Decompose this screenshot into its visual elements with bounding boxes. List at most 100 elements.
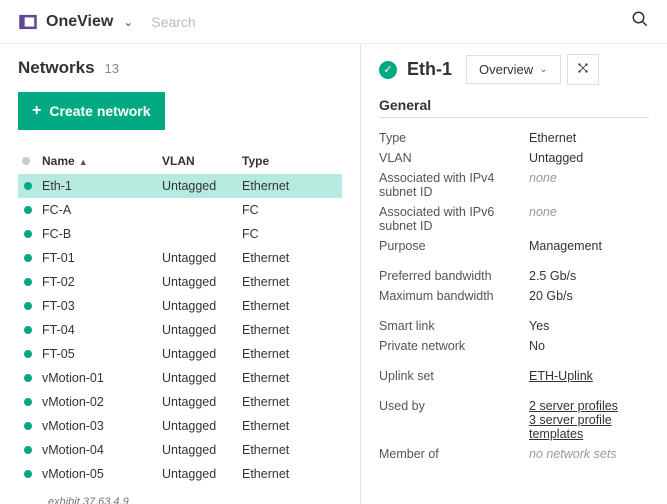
property-row: Smart linkYes: [379, 316, 649, 336]
property-label: Smart link: [379, 319, 529, 333]
status-dot-icon: [24, 350, 32, 358]
property-value: no network sets: [529, 447, 649, 461]
table-row[interactable]: FT-04UntaggedEthernet: [18, 318, 342, 342]
cell-vlan: Untagged: [158, 270, 238, 294]
actions-button[interactable]: [567, 54, 599, 85]
cell-vlan: Untagged: [158, 438, 238, 462]
name-header[interactable]: Name▲: [38, 148, 158, 174]
cell-name: FT-01: [38, 246, 158, 270]
property-label: Used by: [379, 399, 529, 441]
cell-vlan: Untagged: [158, 414, 238, 438]
table-row[interactable]: vMotion-04UntaggedEthernet: [18, 438, 342, 462]
cell-name: vMotion-05: [38, 462, 158, 486]
cell-type: Ethernet: [238, 270, 342, 294]
status-header-icon: [22, 157, 30, 165]
status-dot-icon: [24, 230, 32, 238]
cell-name: vMotion-04: [38, 438, 158, 462]
property-row: Preferred bandwidth2.5 Gb/s: [379, 266, 649, 286]
table-row[interactable]: FC-AFC: [18, 198, 342, 222]
create-network-label: Create network: [49, 103, 150, 119]
status-dot-icon: [24, 422, 32, 430]
property-label: Associated with IPv4 subnet ID: [379, 171, 529, 199]
status-dot-icon: [24, 278, 32, 286]
property-link[interactable]: 3 server profile templates: [529, 413, 649, 441]
cell-name: Eth-1: [38, 174, 158, 198]
cell-name: vMotion-03: [38, 414, 158, 438]
property-label: Private network: [379, 339, 529, 353]
cell-name: vMotion-01: [38, 366, 158, 390]
status-dot-icon: [24, 470, 32, 478]
property-row: VLANUntagged: [379, 148, 649, 168]
table-row[interactable]: FT-05UntaggedEthernet: [18, 342, 342, 366]
cell-vlan: [158, 222, 238, 246]
header: OneView ⌄ Search: [0, 0, 667, 44]
network-list-panel: Networks 13 + Create network Name▲ VLAN …: [0, 44, 360, 504]
table-row[interactable]: vMotion-05UntaggedEthernet: [18, 462, 342, 486]
property-value: 20 Gb/s: [529, 289, 649, 303]
property-value: Yes: [529, 319, 649, 333]
network-count: 13: [105, 61, 119, 76]
logo-icon: [18, 12, 38, 32]
table-row[interactable]: FT-02UntaggedEthernet: [18, 270, 342, 294]
cell-type: Ethernet: [238, 342, 342, 366]
exhibit-label: exhibit 37.63.4.9: [48, 496, 342, 504]
create-network-button[interactable]: + Create network: [18, 92, 165, 130]
search-icon[interactable]: [631, 10, 649, 33]
property-label: VLAN: [379, 151, 529, 165]
property-value: none: [529, 171, 649, 199]
property-value: none: [529, 205, 649, 233]
cell-type: Ethernet: [238, 414, 342, 438]
cell-type: Ethernet: [238, 318, 342, 342]
table-row[interactable]: vMotion-03UntaggedEthernet: [18, 414, 342, 438]
property-label: Associated with IPv6 subnet ID: [379, 205, 529, 233]
property-label: Uplink set: [379, 369, 529, 383]
cell-name: FC-B: [38, 222, 158, 246]
cell-type: Ethernet: [238, 246, 342, 270]
vlan-header[interactable]: VLAN: [158, 148, 238, 174]
chevron-down-icon: ⌄: [539, 64, 547, 75]
property-value: Untagged: [529, 151, 649, 165]
cell-type: Ethernet: [238, 174, 342, 198]
property-value: No: [529, 339, 649, 353]
cell-name: vMotion-02: [38, 390, 158, 414]
cell-name: FT-02: [38, 270, 158, 294]
detail-title: Eth-1: [407, 59, 452, 80]
status-dot-icon: [24, 254, 32, 262]
cell-vlan: Untagged: [158, 294, 238, 318]
table-row[interactable]: vMotion-01UntaggedEthernet: [18, 366, 342, 390]
table-row[interactable]: vMotion-02UntaggedEthernet: [18, 390, 342, 414]
cell-vlan: Untagged: [158, 390, 238, 414]
app-title: OneView: [46, 13, 113, 31]
property-label: Member of: [379, 447, 529, 461]
status-dot-icon: [24, 302, 32, 310]
property-row: PurposeManagement: [379, 236, 649, 256]
cell-vlan: Untagged: [158, 462, 238, 486]
property-label: Maximum bandwidth: [379, 289, 529, 303]
cell-vlan: Untagged: [158, 174, 238, 198]
status-dot-icon: [24, 374, 32, 382]
cell-vlan: Untagged: [158, 342, 238, 366]
status-dot-icon: [24, 446, 32, 454]
property-label: Preferred bandwidth: [379, 269, 529, 283]
table-row[interactable]: FC-BFC: [18, 222, 342, 246]
property-row: TypeEthernet: [379, 128, 649, 148]
actions-icon: [576, 61, 590, 75]
networks-table: Name▲ VLAN Type Eth-1UntaggedEthernetFC-…: [18, 148, 342, 486]
property-row: Associated with IPv6 subnet IDnone: [379, 202, 649, 236]
table-row[interactable]: FT-01UntaggedEthernet: [18, 246, 342, 270]
property-link[interactable]: 2 server profiles: [529, 399, 649, 413]
view-selector[interactable]: Overview ⌄: [466, 55, 561, 84]
app-switcher-chevron-icon[interactable]: ⌄: [123, 15, 133, 29]
property-row: Uplink setETH-Uplink: [379, 366, 649, 386]
type-header[interactable]: Type: [238, 148, 342, 174]
table-row[interactable]: Eth-1UntaggedEthernet: [18, 174, 342, 198]
property-value[interactable]: ETH-Uplink: [529, 369, 649, 383]
cell-type: Ethernet: [238, 438, 342, 462]
search-input[interactable]: Search: [151, 14, 631, 30]
cell-vlan: Untagged: [158, 366, 238, 390]
property-label: Type: [379, 131, 529, 145]
cell-name: FT-03: [38, 294, 158, 318]
table-row[interactable]: FT-03UntaggedEthernet: [18, 294, 342, 318]
cell-vlan: Untagged: [158, 318, 238, 342]
cell-type: Ethernet: [238, 462, 342, 486]
